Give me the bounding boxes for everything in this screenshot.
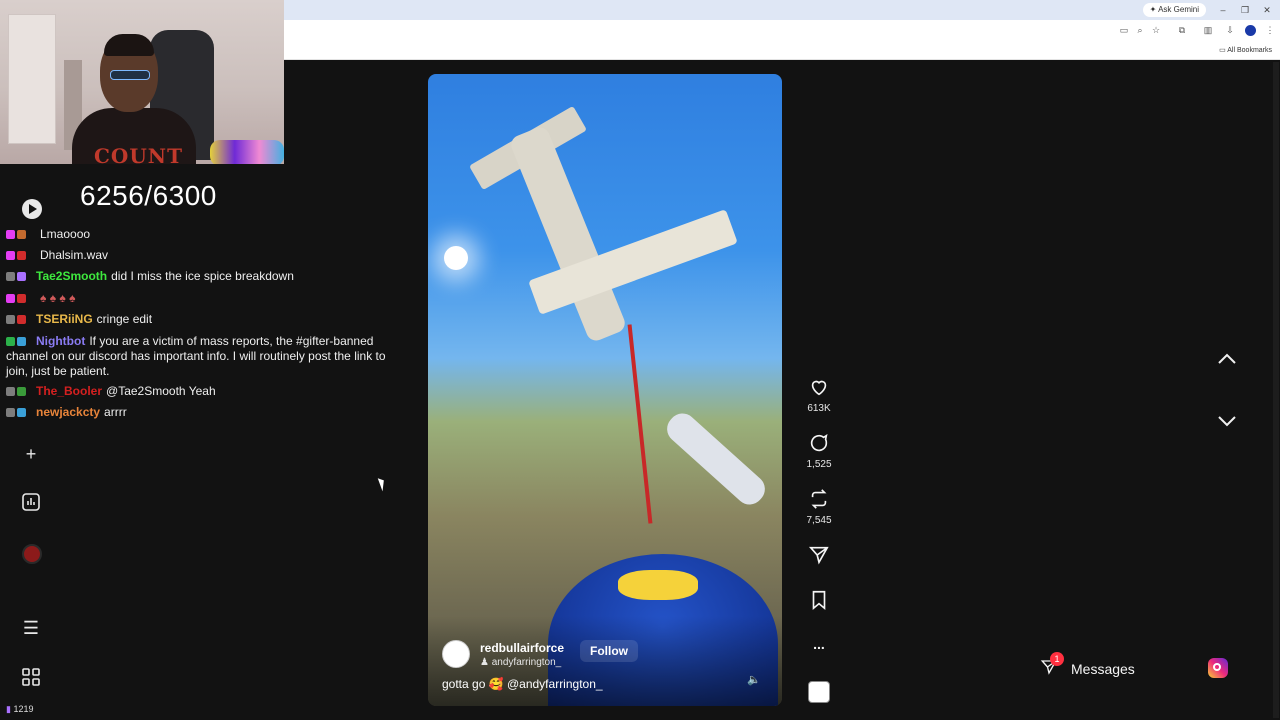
webcam-hair (104, 34, 154, 56)
chat-badges (6, 312, 36, 327)
chat-username[interactable]: newjackcty (36, 405, 100, 419)
chat-message: arrrr (104, 405, 127, 419)
chat-line: newjackcty arrrr (6, 405, 400, 420)
next-reel-button[interactable] (1214, 408, 1240, 434)
chat-emotes: ♠ ♠ ♠ ♠ (40, 291, 76, 305)
download-icon[interactable]: ⇩ (1224, 24, 1236, 36)
restore-icon[interactable]: ❐ (1238, 3, 1252, 17)
chat-line: Nightbot If you are a victim of mass repo… (6, 334, 400, 379)
account-name[interactable]: redbullairforce (480, 641, 564, 655)
ask-gemini-label: Ask Gemini (1158, 5, 1199, 14)
messages-label: Messages (1071, 661, 1135, 677)
video-caption: gotta go 🥰 @andyfarrington_ (442, 677, 603, 691)
chat-line: Dhalsim.wav (6, 248, 400, 263)
grid-icon[interactable] (20, 667, 42, 689)
webcam-door (8, 14, 56, 144)
chat-username[interactable]: Nightbot (36, 334, 85, 348)
chat-badges (6, 384, 36, 399)
chat-username[interactable]: Tae2Smooth (36, 269, 107, 283)
share-button[interactable] (806, 544, 832, 571)
profile-avatar[interactable] (1245, 25, 1256, 36)
goal-counter: 6256/6300 (80, 180, 217, 211)
chat-line: The_Booler @Tae2Smooth Yeah (6, 384, 400, 399)
webcam-toys (210, 140, 284, 164)
comment-button[interactable] (806, 432, 832, 459)
bookmark-icon (812, 590, 826, 611)
chat-badges (6, 227, 36, 242)
browser-titlebar: ✦ Ask Gemini – ❐ ✕ (284, 0, 1280, 20)
messages-button[interactable]: 1 Messages (1038, 652, 1240, 686)
send-icon (808, 546, 829, 565)
chevron-up-icon (1218, 353, 1236, 364)
comment-icon (810, 433, 828, 452)
chat-message: cringe edit (96, 312, 153, 326)
previous-reel-button[interactable] (1214, 346, 1240, 372)
chat-line: Lmaoooo (6, 227, 400, 242)
like-count: 613K (807, 403, 831, 414)
video-arm (661, 407, 771, 511)
chat-message: did I miss the ice spice breakdown (111, 269, 294, 283)
ask-gemini-button[interactable]: ✦ Ask Gemini (1142, 3, 1206, 17)
chevron-down-icon (1218, 416, 1236, 427)
save-button[interactable] (806, 589, 832, 616)
chat-badges (6, 405, 36, 420)
star-icon[interactable]: ☆ (1150, 24, 1162, 36)
video-helmet-logo (618, 570, 698, 600)
hamburger-icon[interactable]: ☰ (20, 617, 42, 639)
chat-message: Lmaoooo (40, 227, 91, 241)
chat-line: TSERiiNG cringe edit (6, 312, 400, 327)
collab-name[interactable]: ♟ andyfarrington_ (480, 657, 561, 668)
chat-line: ♠ ♠ ♠ ♠ (6, 291, 400, 306)
heart-icon (811, 380, 827, 396)
like-button[interactable] (806, 376, 832, 403)
browser-toolbar: ▭ ⌕ ☆ ⧉ ▥ ⇩ ⋮ (284, 20, 1280, 40)
chat-username[interactable]: TSERiiNG (36, 312, 93, 326)
sidepanel-icon[interactable]: ▥ (1202, 24, 1214, 36)
profile-avatar-red[interactable] (22, 544, 42, 564)
bookmarks-bar: ▭ All Bookmarks (284, 40, 1280, 60)
chat-message: @Tae2Smooth Yeah (106, 384, 216, 398)
close-icon[interactable]: ✕ (1260, 3, 1274, 17)
cast-icon[interactable]: ▭ (1118, 24, 1130, 36)
repost-button[interactable] (806, 488, 832, 515)
minimize-icon[interactable]: – (1216, 3, 1230, 17)
webcam-overlay: COUNT (0, 0, 284, 164)
chat-badges (6, 269, 36, 284)
account-avatar[interactable] (442, 640, 470, 668)
repost-icon (811, 489, 827, 509)
speaker-icon[interactable]: 🔈 (746, 672, 762, 688)
video-sun (444, 246, 468, 270)
instagram-icon (1208, 658, 1228, 678)
zoom-icon[interactable]: ⌕ (1134, 24, 1146, 36)
sparkle-icon: ✦ (1149, 5, 1159, 14)
more-options-button[interactable]: ... (806, 636, 832, 652)
chat-badges (6, 248, 36, 263)
all-bookmarks-button[interactable]: ▭ All Bookmarks (1219, 46, 1272, 54)
menu-kebab-icon[interactable]: ⋮ (1264, 24, 1276, 36)
video-plane-body (508, 124, 628, 344)
chat-badges (6, 334, 36, 349)
stats-icon[interactable] (20, 492, 42, 514)
chat-username[interactable]: The_Booler (36, 384, 102, 398)
follow-button[interactable]: Follow (580, 640, 638, 662)
page-scrollbar[interactable] (1273, 62, 1279, 718)
comment-count: 1,525 (806, 459, 832, 470)
webcam-shirt-text: COUNT (94, 144, 183, 164)
chat-line: Tae2Smooth did I miss the ice spice break… (6, 269, 400, 284)
person-icon: ♟ (480, 657, 492, 668)
repost-count: 7,545 (806, 515, 832, 526)
messages-badge: 1 (1050, 652, 1064, 666)
mouse-cursor (377, 476, 388, 492)
viewer-count: ▮ 1219 (6, 704, 34, 714)
youtube-icon[interactable] (22, 199, 42, 219)
plus-icon[interactable]: + (20, 443, 42, 465)
audio-thumbnail[interactable] (808, 681, 830, 703)
webcam-glasses (110, 70, 150, 80)
video-rope (627, 324, 653, 524)
extensions-icon[interactable]: ⧉ (1176, 24, 1188, 36)
chat-badges (6, 291, 36, 306)
reel-video[interactable]: redbullairforce ♟ andyfarrington_ Follow… (428, 74, 782, 706)
chat-message: Dhalsim.wav (40, 248, 109, 262)
